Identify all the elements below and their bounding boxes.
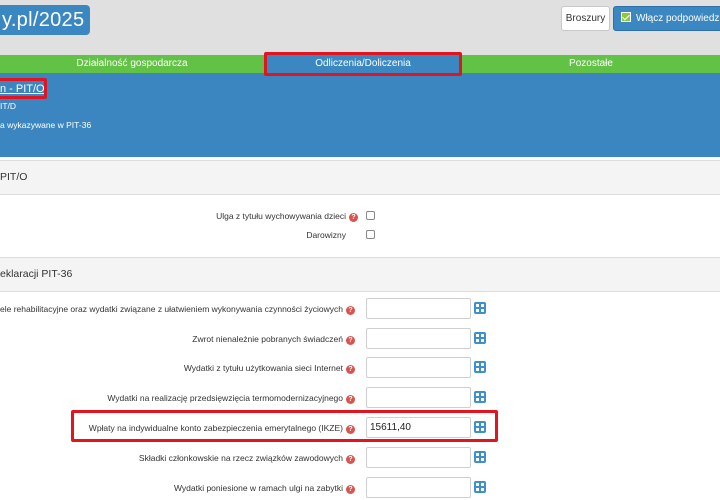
banner-line-1[interactable]: IT/D	[0, 101, 16, 111]
darowizny-checkbox[interactable]	[366, 230, 375, 239]
section-pit-o-title: PIT/O	[0, 171, 28, 183]
ikze-input[interactable]	[366, 417, 471, 438]
question-circle-icon[interactable]: ?	[346, 485, 355, 494]
question-circle-icon[interactable]: ?	[346, 425, 355, 434]
rehabilitacja-label: cele rehabilitacyjne oraz wydatki związa…	[0, 304, 355, 315]
internet-text: Wydatki z tytułu użytkowania sieci Inter…	[183, 363, 343, 373]
ulga-dzieci-text: Ulga z tytułu wychowywania dzieci	[216, 211, 346, 221]
rehabilitacja-input[interactable]	[366, 298, 471, 319]
darowizny-text: Darowizny	[306, 230, 346, 240]
form-banner: n - PIT/O IT/D a wykazywane w PIT-36	[0, 73, 720, 157]
termomodernizacja-text: Wydatki na realizację przedsięwzięcia te…	[107, 393, 343, 403]
calculator-icon[interactable]	[474, 451, 486, 463]
zabytki-text: Wydatki poniesione w ramach ulgi na zaby…	[173, 483, 343, 493]
tab-dzialalnosc[interactable]: Działalność gospodarcza	[0, 55, 264, 73]
darowizny-label: Darowizny	[306, 230, 346, 240]
broszury-button[interactable]: Broszury	[561, 6, 610, 31]
zwiazki-text: Składki członkowskie na rzecz związków z…	[138, 453, 343, 463]
question-circle-icon[interactable]: ?	[346, 306, 355, 315]
section-pit36-header: eklaracji PIT-36	[0, 257, 720, 292]
calculator-icon[interactable]	[474, 302, 486, 314]
termomodernizacja-input[interactable]	[366, 387, 471, 408]
ulga-dzieci-label: Ulga z tytułu wychowywania dzieci?	[216, 211, 358, 222]
internet-label: Wydatki z tytułu użytkowania sieci Inter…	[184, 363, 355, 374]
banner-line-2: a wykazywane w PIT-36	[0, 120, 92, 130]
calculator-icon[interactable]	[474, 391, 486, 403]
zwiazki-input[interactable]	[366, 447, 471, 468]
tab-pozostale[interactable]: Pozostałe	[462, 55, 720, 73]
calculator-icon[interactable]	[474, 481, 486, 493]
internet-input[interactable]	[366, 357, 471, 378]
zwrot-text: Zwrot nienależnie pobranych świadczeń	[192, 334, 343, 344]
calculator-icon[interactable]	[474, 332, 486, 344]
main-tabs: Działalność gospodarcza Odliczenia/Dolic…	[0, 55, 720, 73]
banner-title-link[interactable]: n - PIT/O	[0, 83, 45, 95]
enable-hints-label: Włącz podpowiedzi	[636, 13, 720, 24]
zwiazki-label: Składki członkowskie na rzecz związków z…	[139, 453, 355, 464]
calculator-icon[interactable]	[474, 361, 486, 373]
top-bar: y.pl/2025 Broszury Włącz podpowiedzi	[0, 0, 720, 55]
question-circle-icon[interactable]: ?	[349, 213, 358, 222]
question-circle-icon[interactable]: ?	[346, 395, 355, 404]
enable-hints-button[interactable]: Włącz podpowiedzi	[613, 6, 720, 31]
site-logo[interactable]: y.pl/2025	[0, 5, 90, 35]
question-circle-icon[interactable]: ?	[346, 455, 355, 464]
ikze-label: Wpłaty na indywidualne konto zabezpiecze…	[89, 423, 355, 434]
section-pit-o-header: PIT/O	[0, 160, 720, 195]
section-pit36-title: eklaracji PIT-36	[0, 268, 73, 280]
tab-odliczenia[interactable]: Odliczenia/Doliczenia	[264, 55, 462, 73]
ulga-dzieci-checkbox[interactable]	[366, 211, 375, 220]
termomodernizacja-label: Wydatki na realizację przedsięwzięcia te…	[107, 393, 355, 404]
question-circle-icon[interactable]: ?	[346, 336, 355, 345]
zabytki-input[interactable]	[366, 477, 471, 498]
calculator-icon[interactable]	[474, 421, 486, 433]
question-circle-icon[interactable]: ?	[346, 365, 355, 374]
zwrot-input[interactable]	[366, 328, 471, 349]
ikze-text: Wpłaty na indywidualne konto zabezpiecze…	[88, 423, 343, 433]
rehabilitacja-text: cele rehabilitacyjne oraz wydatki związa…	[0, 304, 343, 314]
check-icon	[621, 12, 631, 22]
zwrot-label: Zwrot nienależnie pobranych świadczeń?	[192, 334, 355, 345]
zabytki-label: Wydatki poniesione w ramach ulgi na zaby…	[174, 483, 355, 494]
